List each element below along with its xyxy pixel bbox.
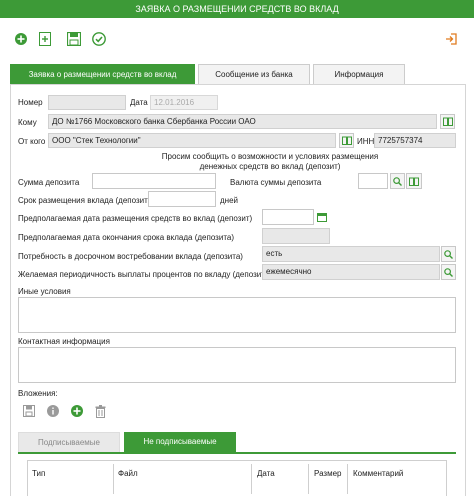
search-icon [393,176,402,186]
other-conditions-label: Иные условия [18,287,71,296]
deposit-sum-field[interactable] [92,173,216,189]
from-field[interactable]: ООО "Стек Технологии" [48,133,336,148]
window-title: ЗАЯВКА О РАЗМЕЩЕНИИ СРЕДСТВ ВО ВКЛАД [0,0,474,18]
contact-label: Контактная информация [18,337,110,346]
term-field[interactable] [148,191,216,207]
sign-button[interactable] [91,31,107,47]
from-label: От кого [18,137,46,146]
new-document-icon [39,32,51,46]
planned-start-field[interactable] [262,209,314,225]
payout-search-button[interactable] [441,264,456,280]
number-label: Номер [18,98,43,107]
to-directory-button[interactable] [440,114,455,129]
from-directory-button[interactable] [339,133,354,148]
plus-circle-icon [71,405,83,417]
planned-end-label: Предполагаемая дата окончания срока вкла… [18,233,234,242]
new-document-button[interactable] [38,31,52,47]
payout-label: Желаемая периодичность выплаты процентов… [18,270,272,279]
inn-label: ИНН [357,137,375,146]
tab-bank-message[interactable]: Сообщение из банка [198,64,310,84]
tab-signed[interactable]: Подписываемые [18,432,120,452]
column-header-type[interactable]: Тип [32,469,45,478]
inn-field[interactable]: 7725757374 [374,133,456,148]
column-divider [308,464,309,494]
term-label: Срок размещения вклада (депозита) [18,196,155,205]
currency-field[interactable] [358,173,388,189]
other-conditions-field[interactable] [18,297,456,333]
info-icon [47,405,59,417]
attachment-save-button[interactable] [22,404,36,418]
attachment-info-button[interactable] [46,404,60,418]
planned-start-label: Предполагаемая дата размещения средств в… [18,214,253,223]
column-header-file[interactable]: Файл [118,469,138,478]
request-text: Просим сообщить о возможности и условиях… [161,152,379,171]
column-header-size[interactable]: Размер [314,469,342,478]
save-button[interactable] [66,31,82,47]
early-withdraw-search-button[interactable] [441,246,456,262]
column-header-date[interactable]: Дата [257,469,275,478]
payout-field[interactable]: ежемесячно [262,264,440,280]
planned-start-calendar-button[interactable] [314,209,329,225]
column-divider [113,464,114,494]
attachments-table: Тип Файл Дата Размер Комментарий [27,460,447,496]
currency-label: Валюта суммы депозита [230,178,322,187]
tab-unsigned[interactable]: Не подписываемые [124,432,236,452]
tab-information[interactable]: Информация [313,64,405,84]
search-icon [444,267,453,277]
search-icon [444,249,453,259]
tab-request[interactable]: Заявка о размещении средств во вклад [10,64,195,84]
planned-end-field[interactable] [262,228,330,244]
early-withdraw-field[interactable]: есть [262,246,440,262]
add-button[interactable] [14,32,28,46]
trash-icon [95,404,105,418]
column-divider [347,464,348,494]
subtab-underline [18,452,456,454]
save-icon [23,405,35,417]
column-divider [251,464,252,494]
currency-directory-button[interactable] [406,173,422,189]
deposit-sum-label: Сумма депозита [18,178,80,187]
early-withdraw-label: Потребность в досрочном востребовании вк… [18,252,243,261]
contact-field[interactable] [18,347,456,383]
check-circle-icon [92,32,106,46]
exit-button[interactable] [444,32,458,46]
calendar-icon [316,213,327,222]
date-label: Дата [130,98,148,107]
attachment-add-button[interactable] [70,404,84,418]
to-label: Кому [18,118,37,127]
book-icon [409,177,419,186]
column-header-comment[interactable]: Комментарий [353,469,403,478]
attachment-delete-button[interactable] [93,403,107,419]
attachments-label: Вложения: [18,389,58,398]
to-field[interactable]: ДО №1766 Московского банка Сбербанка Рос… [48,114,437,129]
book-icon [341,136,352,145]
currency-search-button[interactable] [390,173,405,189]
date-field[interactable]: 12.01.2016 [150,95,218,110]
plus-circle-icon [15,33,27,45]
term-unit: дней [220,196,239,205]
number-field[interactable] [48,95,126,110]
book-icon [442,117,453,126]
exit-icon [446,33,457,45]
save-icon [67,32,81,46]
